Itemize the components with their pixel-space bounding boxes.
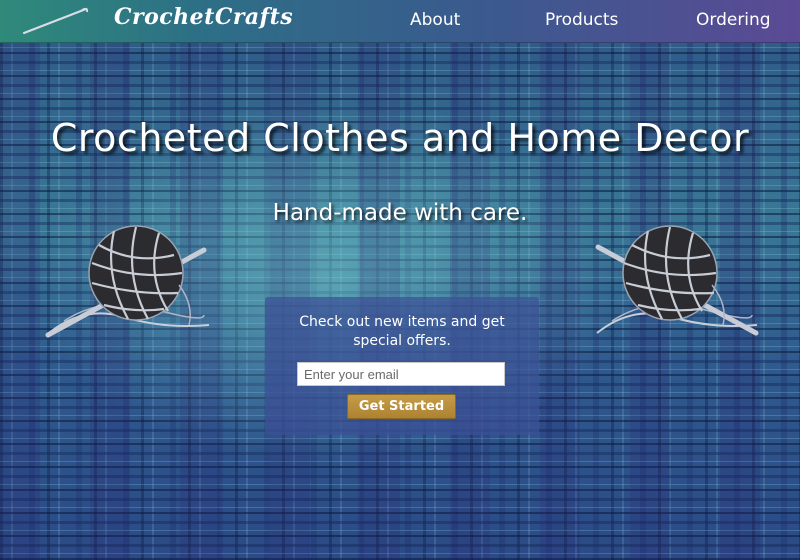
yarn-ball-icon <box>45 225 210 338</box>
hero-headline: Crocheted Clothes and Home Decor <box>50 116 750 160</box>
navbar: CrochetCrafts About Products Ordering <box>0 0 800 43</box>
nav-link-products[interactable]: Products <box>545 10 618 30</box>
yarn-ball-icon <box>595 225 759 336</box>
nav-link-ordering[interactable]: Ordering <box>696 10 771 30</box>
signup-message: Check out new items and get special offe… <box>299 314 505 349</box>
email-input[interactable] <box>297 362 505 386</box>
hero-subheadline: Hand-made with care. <box>272 200 528 226</box>
crochet-hook-icon <box>22 7 89 35</box>
page: CrochetCrafts About Products Ordering Cr… <box>0 0 800 560</box>
brand-logo[interactable]: CrochetCrafts <box>114 4 293 30</box>
nav-link-about[interactable]: About <box>410 10 460 30</box>
get-started-button[interactable]: Get Started <box>347 394 456 419</box>
signup-box: Check out new items and get special offe… <box>265 297 539 435</box>
